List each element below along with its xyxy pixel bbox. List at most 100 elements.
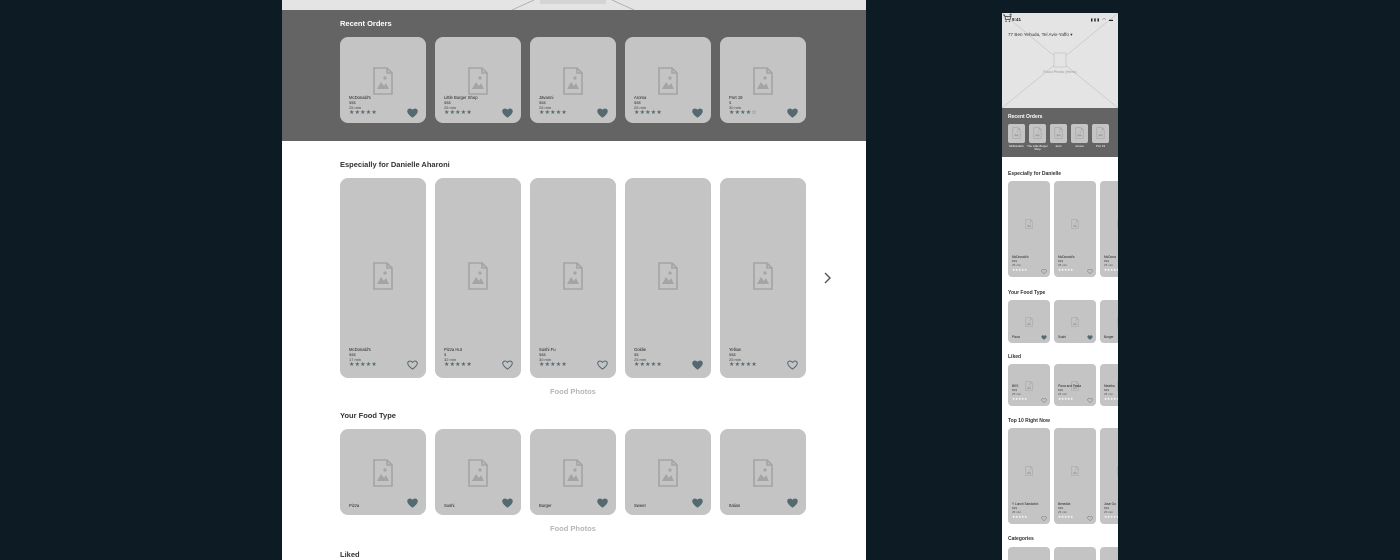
restaurant-card[interactable]: Sweet <box>625 429 711 515</box>
restaurant-card[interactable]: McDonald's $$$ 25 min ★★★★★ <box>340 37 426 123</box>
rating-stars: ★★★★★ <box>349 110 377 116</box>
delivery-time: 25 min <box>1012 392 1022 396</box>
image-placeholder-icon <box>373 262 393 290</box>
rating-stars: ★★★★★ <box>1058 268 1074 272</box>
address-selector[interactable]: 77 Ben Yehuda, Tel Aviv-Yaffo ▾ <box>1008 32 1073 38</box>
heart-icon[interactable] <box>1087 269 1093 274</box>
rating-stars: ★★★★★ <box>634 110 662 116</box>
heart-icon[interactable] <box>407 360 418 370</box>
heart-icon[interactable] <box>597 498 608 508</box>
heart-icon[interactable] <box>1041 335 1047 340</box>
liked-title: Liked <box>340 550 360 559</box>
heart-icon[interactable] <box>1041 269 1047 274</box>
mobile-recent-title: Recent Orders <box>1008 114 1043 120</box>
heart-icon[interactable] <box>787 108 798 118</box>
chevron-right-icon[interactable] <box>822 271 832 285</box>
image-placeholder-icon <box>1117 466 1118 476</box>
desktop-wireframe: Recent Orders McDonald's $$$ 25 min ★★★★★ Li… <box>282 0 866 560</box>
restaurant-card[interactable]: Jose Go $$$ 25 min ★★★★★ <box>1100 428 1118 524</box>
rating-stars: ★★★★★ <box>634 362 662 368</box>
rating-stars: ★★★★★ <box>1058 397 1074 401</box>
restaurant-card[interactable]: Port 19 $30 min ★★★★☆ <box>720 37 806 123</box>
recent-order-thumb[interactable]: Port 19 <box>1092 124 1109 148</box>
recent-order-label: Aroma <box>1075 144 1084 148</box>
heart-icon[interactable] <box>502 108 513 118</box>
restaurant-card[interactable]: McDona $$$ 25 min ★★★★★ <box>1100 181 1118 277</box>
rating-stars: ★★★★★ <box>1012 397 1028 401</box>
heart-icon[interactable] <box>597 108 608 118</box>
category-card[interactable] <box>1008 547 1050 560</box>
recent-order-label: McDonald's <box>1009 144 1024 148</box>
food-type-name: Pizza <box>1012 335 1020 339</box>
image-placeholder-icon <box>468 67 488 95</box>
rating-stars: ★★★★★ <box>1012 515 1028 519</box>
category-card[interactable] <box>1054 547 1096 560</box>
recent-order-label: The Little Burger Shop <box>1027 144 1048 152</box>
heart-icon[interactable] <box>1041 398 1047 403</box>
restaurant-card[interactable]: Jāvanni $$$ 25 min ★★★★★ <box>530 37 616 123</box>
rating-stars: ★★★★★ <box>729 362 757 368</box>
heart-icon[interactable] <box>1087 398 1093 403</box>
heart-icon[interactable] <box>787 498 798 508</box>
restaurant-card[interactable]: Pizza <box>1008 300 1050 343</box>
recent-order-thumb[interactable]: Jen's <box>1050 124 1067 148</box>
heart-icon[interactable] <box>407 498 418 508</box>
restaurant-card[interactable]: Pizza Hut $32 min ★★★★★ <box>435 178 521 378</box>
heart-icon[interactable] <box>787 360 798 370</box>
restaurant-card[interactable]: Benedict $$$ 25 min ★★★★★ <box>1054 428 1096 524</box>
image-placeholder-icon <box>658 67 678 95</box>
heart-icon[interactable] <box>502 498 513 508</box>
restaurant-card[interactable]: Yellow $$$ 25 min ★★★★★ <box>720 178 806 378</box>
image-placeholder-icon <box>373 67 393 95</box>
heart-icon[interactable] <box>407 108 418 118</box>
delivery-time: 25 min <box>1058 510 1068 514</box>
image-placeholder-icon <box>563 262 583 290</box>
restaurant-card[interactable]: McDonald's $$$ 25 min ★★★★★ <box>1008 181 1050 277</box>
delivery-time: 25 min <box>1104 392 1114 396</box>
mobile-top10-row: Y Lunch Sandwich $$$ 25 min ★★★★★ Benedict $$… <box>1008 428 1118 524</box>
image-placeholder-icon <box>1033 127 1042 139</box>
restaurant-card[interactable]: McDonald's $$$ 25 min ★★★★★ <box>1054 181 1096 277</box>
restaurant-card[interactable]: BKS $$$ 25 min ★★★★★ <box>1008 364 1050 406</box>
cart-icon[interactable] <box>1002 13 1012 23</box>
image-placeholder-icon <box>1025 219 1033 229</box>
restaurant-card[interactable]: Italian <box>720 429 806 515</box>
restaurant-card[interactable]: Pizza and Pasta $$$ 25 min ★★★★★ <box>1054 364 1096 406</box>
restaurant-card[interactable]: Little Burger Shop $$$ 25 min ★★★★★ <box>435 37 521 123</box>
heart-icon[interactable] <box>1087 516 1093 521</box>
heart-icon[interactable] <box>692 360 703 370</box>
recent-order-thumb[interactable]: McDonald's <box>1008 124 1025 148</box>
food-type-caption: Food Photos <box>550 524 596 533</box>
restaurant-card[interactable]: Meatba $$$ 25 min ★★★★★ <box>1100 364 1118 406</box>
recent-order-thumb[interactable]: The Little Burger Shop <box>1027 124 1048 151</box>
heart-icon[interactable] <box>597 360 608 370</box>
image-placeholder-icon <box>1025 381 1033 391</box>
mobile-categories-title: Categories <box>1008 536 1034 542</box>
heart-icon[interactable] <box>692 498 703 508</box>
heart-icon[interactable] <box>692 108 703 118</box>
category-card[interactable] <box>1100 547 1118 560</box>
heart-icon[interactable] <box>502 360 513 370</box>
delivery-time: 25 min <box>1104 263 1114 267</box>
heart-icon[interactable] <box>1041 516 1047 521</box>
restaurant-name: Pizza Hut <box>444 347 462 352</box>
recent-orders-title: Recent Orders <box>340 19 392 28</box>
rating-stars: ★★★★☆ <box>729 110 757 116</box>
restaurant-card[interactable]: Aroma $$$ 25 min ★★★★★ <box>625 37 711 123</box>
restaurant-card[interactable]: McDonald's $$$ 17 min ★★★★★ <box>340 178 426 378</box>
restaurant-card[interactable]: Goldie $$ 25 min ★★★★★ <box>625 178 711 378</box>
image-placeholder-icon <box>1025 466 1033 476</box>
restaurant-card[interactable]: Pizza <box>340 429 426 515</box>
restaurant-card[interactable]: Burger <box>1100 300 1118 343</box>
restaurant-card[interactable]: Sushi <box>1054 300 1096 343</box>
image-placeholder-icon <box>1071 466 1079 476</box>
restaurant-card[interactable]: Burger <box>530 429 616 515</box>
image-placeholder-icon <box>563 459 583 487</box>
restaurant-card[interactable]: Y Lunch Sandwich $$$ 25 min ★★★★★ <box>1008 428 1050 524</box>
heart-icon[interactable] <box>1087 335 1093 340</box>
restaurant-card[interactable]: Sushi <box>435 429 521 515</box>
rating-stars: ★★★★★ <box>444 362 472 368</box>
restaurant-card[interactable]: Sushi Fu $$$ 30 min ★★★★★ <box>530 178 616 378</box>
recent-order-thumb[interactable]: Aroma <box>1071 124 1088 148</box>
delivery-time: 25 min <box>1104 510 1114 514</box>
